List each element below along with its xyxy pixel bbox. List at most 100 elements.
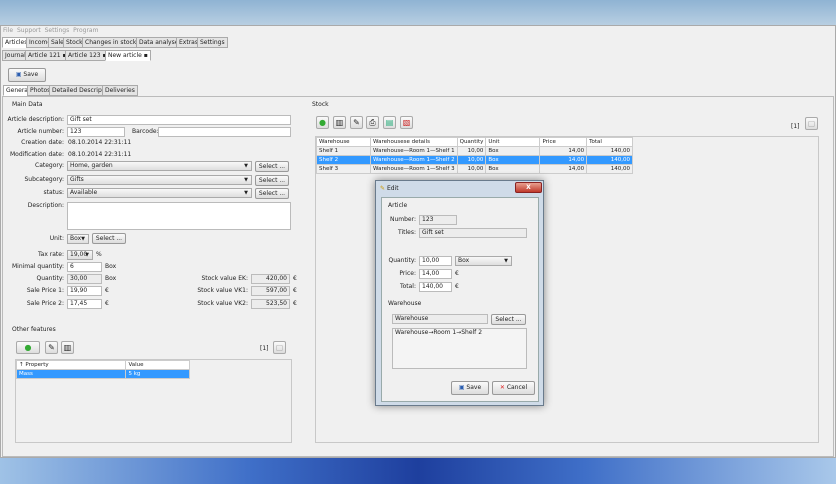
category-select[interactable]: Home, garden ▼ (67, 161, 252, 171)
menu-file[interactable]: File (3, 27, 13, 34)
table-row[interactable]: Shelf 2 Warehouse—Room 1—Shelf 2 10,00 Box 1… (315, 155, 633, 165)
tab-settings[interactable]: Settings (197, 37, 228, 48)
description-textarea[interactable] (67, 202, 291, 230)
add-icon: ● (319, 118, 326, 127)
status-select[interactable]: Available ▼ (67, 188, 252, 198)
warehouse-select-button[interactable]: Select ... (491, 314, 526, 325)
dialog-unit-select[interactable]: Box ▼ (455, 256, 512, 266)
close-icon[interactable]: ▪ (144, 52, 148, 59)
sale-price-1-label: Sale Price 1: (26, 287, 64, 294)
warehouse-path-box: Warehouse→Room 1→Shelf 2 (392, 328, 527, 369)
cell: 14,00 (539, 155, 588, 165)
settings-icon: ▢ (807, 119, 816, 128)
table-row[interactable]: Shelf 1 Warehouse—Room 1—Shelf 1 10,00 Box 1… (315, 146, 633, 156)
tab-label: Article 123 (68, 52, 101, 59)
menu-support[interactable]: Support (17, 27, 41, 34)
add-stock-button[interactable]: ● (316, 116, 329, 129)
stock-value-ek-label: Stock value EK: (201, 275, 248, 282)
dialog-total-input[interactable]: 140,00 (419, 282, 452, 292)
settings-icon: ▢ (275, 343, 284, 352)
cell: Box (485, 155, 541, 165)
column-header-property[interactable]: ↑ Property (15, 360, 127, 370)
article-number-input[interactable]: 123 (67, 127, 125, 137)
euro-label: € (455, 283, 459, 290)
modification-date-value: 08.10.2014 22:31:11 (68, 151, 132, 158)
cell-property: Mass (15, 369, 127, 379)
column-header-total[interactable]: Total (586, 137, 633, 147)
column-header-unit[interactable]: Unit (485, 137, 541, 147)
tab-new-article[interactable]: New article ▪ (105, 50, 151, 61)
column-header-warehouse[interactable]: Warehouse (315, 137, 372, 147)
column-header-value[interactable]: Value (125, 360, 190, 370)
barcode-input[interactable] (158, 127, 291, 137)
cell: 14,00 (539, 164, 588, 174)
tab-deliveries[interactable]: Deliveries (102, 85, 138, 96)
delete-stock-button[interactable]: ▥ (333, 116, 346, 129)
column-header-price[interactable]: Price (539, 137, 588, 147)
euro-label: € (105, 287, 109, 294)
article-description-label: Article description: (7, 116, 64, 123)
subcategory-select-button[interactable]: Select ... (255, 175, 289, 186)
column-header-details[interactable]: Warehousese details (370, 137, 458, 147)
tab-article-121[interactable]: Article 121 ▪ (25, 50, 70, 61)
save-button[interactable]: ▣ Save (8, 68, 46, 82)
menu-program[interactable]: Program (73, 27, 98, 34)
chevron-down-icon: ▼ (244, 177, 248, 183)
close-icon: X (526, 184, 531, 191)
sale-price-2-input[interactable]: 17,45 (67, 299, 102, 309)
add-feature-button[interactable]: ● (16, 341, 40, 354)
chevron-down-icon: ▼ (504, 258, 508, 264)
dialog-price-label: Price: (399, 270, 416, 277)
status-select-button[interactable]: Select ... (255, 188, 289, 199)
creation-date-value: 08.10.2014 22:31:11 (68, 139, 132, 146)
cell: Warehouse—Room 1—Shelf 2 (370, 155, 458, 165)
print-button[interactable]: ⎙ (366, 116, 379, 129)
menu-settings[interactable]: Settings (45, 27, 70, 34)
cell: Box (485, 164, 541, 174)
minimal-quantity-input[interactable]: 6 (67, 262, 102, 272)
print-icon: ⎙ (369, 118, 376, 127)
tax-rate-label: Tax rate: (37, 251, 64, 258)
cell-value: 5 kg (125, 369, 190, 379)
app-icon: ✎ (380, 185, 386, 192)
tax-rate-select[interactable]: 19,00 ▼ (67, 250, 93, 260)
cell: 10,00 (456, 155, 487, 165)
article-group-label: Article (388, 202, 408, 209)
quantity-label: Quantity: (36, 275, 64, 282)
unit-select[interactable]: Box ▼ (67, 234, 89, 244)
cell: 10,00 (456, 164, 487, 174)
features-settings-button[interactable]: ▢ (273, 341, 286, 354)
export-excel-button[interactable]: ▤ (383, 116, 396, 129)
number-value: 123 (419, 215, 457, 225)
cell: Shelf 3 (315, 164, 372, 174)
trash-icon: ▥ (335, 118, 344, 127)
export-pdf-button[interactable]: ▧ (400, 116, 413, 129)
edit-icon: ✎ (353, 118, 360, 127)
dialog-close-button[interactable]: X (515, 182, 542, 193)
cancel-icon: ✕ (499, 384, 505, 391)
cell: Box (485, 146, 541, 156)
stock-settings-button[interactable]: ▢ (805, 117, 818, 130)
table-row[interactable]: Mass 5 kg (15, 369, 190, 379)
dialog-title-bar: ✎ Edit (380, 183, 399, 194)
dialog-title: Edit (386, 185, 399, 192)
column-header-quantity[interactable]: Quantity (456, 137, 487, 147)
edit-feature-button[interactable]: ✎ (45, 341, 58, 354)
unit-select-button[interactable]: Select ... (92, 233, 126, 244)
delete-feature-button[interactable]: ▥ (61, 341, 74, 354)
dialog-save-button[interactable]: ▣ Save (451, 381, 489, 395)
category-select-button[interactable]: Select ... (255, 161, 289, 172)
sale-price-1-input[interactable]: 19,90 (67, 286, 102, 296)
subcategory-select[interactable]: Gifts ▼ (67, 175, 252, 185)
dialog-price-input[interactable]: 14,00 (419, 269, 452, 279)
cell: Shelf 1 (315, 146, 372, 156)
dialog-cancel-button[interactable]: ✕ Cancel (492, 381, 535, 395)
article-description-input[interactable]: Gift set (67, 115, 291, 125)
table-row[interactable]: Shelf 3 Warehouse—Room 1—Shelf 3 10,00 Box 1… (315, 164, 633, 174)
tab-article-123[interactable]: Article 123 ▪ (65, 50, 110, 61)
euro-label: € (293, 287, 297, 294)
edit-stock-button[interactable]: ✎ (350, 116, 363, 129)
floppy-icon: ▣ (458, 384, 465, 391)
dialog-quantity-input[interactable]: 10,00 (419, 256, 452, 266)
sale-price-2-label: Sale Price 2: (26, 300, 64, 307)
